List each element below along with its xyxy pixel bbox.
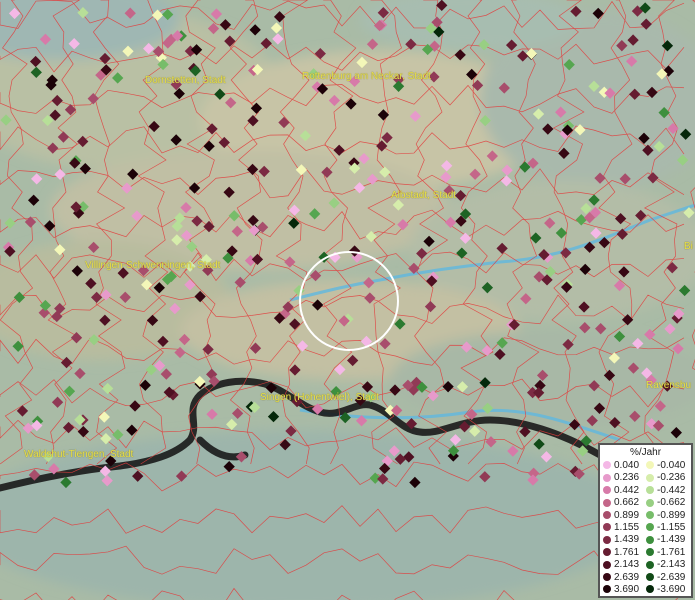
place-label-rottenburg: Rottenburg am Neckar, Stadt <box>302 71 431 82</box>
legend-label: 0.442 <box>614 484 640 496</box>
terrain-relief <box>0 0 695 600</box>
legend-swatch <box>603 560 611 569</box>
legend-swatch <box>603 473 611 482</box>
legend-label: -1.439 <box>657 534 686 546</box>
legend-swatch <box>603 510 611 519</box>
legend-label: -2.639 <box>657 571 686 583</box>
legend-swatch <box>603 461 611 470</box>
legend-entry-neg: -2.639 <box>646 572 685 583</box>
legend-label: -0.040 <box>657 460 686 471</box>
legend-entry-pos: 3.690 <box>603 584 639 595</box>
place-label-ravensburg: Ravensbu <box>646 380 692 391</box>
legend-swatch <box>646 486 654 495</box>
legend-entry-neg: -0.040 <box>646 460 685 471</box>
legend-entry-pos: 2.143 <box>603 559 639 570</box>
place-label-biberach: Bi <box>684 241 693 252</box>
legend-label: 0.662 <box>614 497 640 509</box>
legend-label: -3.690 <box>657 584 686 595</box>
legend-entry-pos: 1.439 <box>603 534 639 545</box>
legend-swatch <box>603 498 611 507</box>
legend-label: 1.761 <box>614 546 640 558</box>
legend-label: -0.442 <box>657 484 686 496</box>
legend-entry-neg: -3.690 <box>646 584 685 595</box>
legend-swatch <box>603 486 611 495</box>
legend-label: -0.236 <box>657 472 686 484</box>
legend-swatch <box>603 548 611 557</box>
place-label-singen: Singen (Hohentwiel), Stadt <box>260 392 379 403</box>
place-label-waldshut: Waldshut-Tiengen, Stadt <box>24 449 134 460</box>
legend-label: 3.690 <box>614 584 640 595</box>
legend-title: %/Jahr <box>629 447 662 458</box>
place-label-albstadt: Albstadt, Stadt <box>391 190 457 201</box>
legend-entry-pos: 1.155 <box>603 522 639 533</box>
legend-entry-pos: 0.442 <box>603 485 639 496</box>
legend-label: -1.761 <box>657 546 686 558</box>
legend-entry-pos: 0.040 <box>603 460 639 471</box>
legend-swatch <box>603 523 611 532</box>
legend-entry-neg: -0.236 <box>646 472 685 483</box>
legend-swatch <box>603 585 611 594</box>
legend-entry-pos: 0.662 <box>603 497 639 508</box>
legend-swatch <box>646 473 654 482</box>
legend: %/Jahr 0.040 -0.040 0.236 -0.236 0.442 -0.442… <box>598 443 693 598</box>
legend-label: -2.143 <box>657 559 686 571</box>
legend-swatch <box>603 535 611 544</box>
legend-label: -1.155 <box>657 522 686 533</box>
legend-entry-neg: -0.899 <box>646 510 685 521</box>
legend-entry-pos: 0.236 <box>603 472 639 483</box>
legend-label: 0.236 <box>614 472 640 484</box>
legend-swatch <box>646 560 654 569</box>
legend-swatch <box>646 548 654 557</box>
legend-label: 0.040 <box>614 460 640 471</box>
legend-label: 2.639 <box>614 571 640 583</box>
legend-entry-pos: 1.761 <box>603 547 639 558</box>
place-label-dornstetten: Dornstetten, Stadt <box>145 75 226 86</box>
legend-entry-neg: -1.439 <box>646 534 685 545</box>
legend-swatch <box>646 572 654 581</box>
legend-label: 1.439 <box>614 534 640 546</box>
legend-swatch <box>646 510 654 519</box>
legend-swatch <box>646 498 654 507</box>
legend-entry-pos: 0.899 <box>603 510 639 521</box>
legend-swatch <box>603 572 611 581</box>
legend-swatch <box>646 535 654 544</box>
legend-label: 2.143 <box>614 559 640 571</box>
legend-label: 0.899 <box>614 509 640 521</box>
legend-swatch <box>646 585 654 594</box>
legend-label: -0.899 <box>657 509 686 521</box>
legend-entry-neg: -1.761 <box>646 547 685 558</box>
legend-swatch <box>646 461 654 470</box>
map-canvas[interactable] <box>0 0 695 600</box>
legend-entry-neg: -0.662 <box>646 497 685 508</box>
legend-entry-neg: -2.143 <box>646 559 685 570</box>
legend-entry-pos: 2.639 <box>603 572 639 583</box>
legend-swatch <box>646 523 654 532</box>
legend-entry-neg: -0.442 <box>646 485 685 496</box>
legend-label: 1.155 <box>614 522 640 533</box>
legend-label: -0.662 <box>657 497 686 509</box>
legend-entry-neg: -1.155 <box>646 522 685 533</box>
place-label-villingen: Villingen-Schwenningen, Stadt <box>85 260 221 271</box>
